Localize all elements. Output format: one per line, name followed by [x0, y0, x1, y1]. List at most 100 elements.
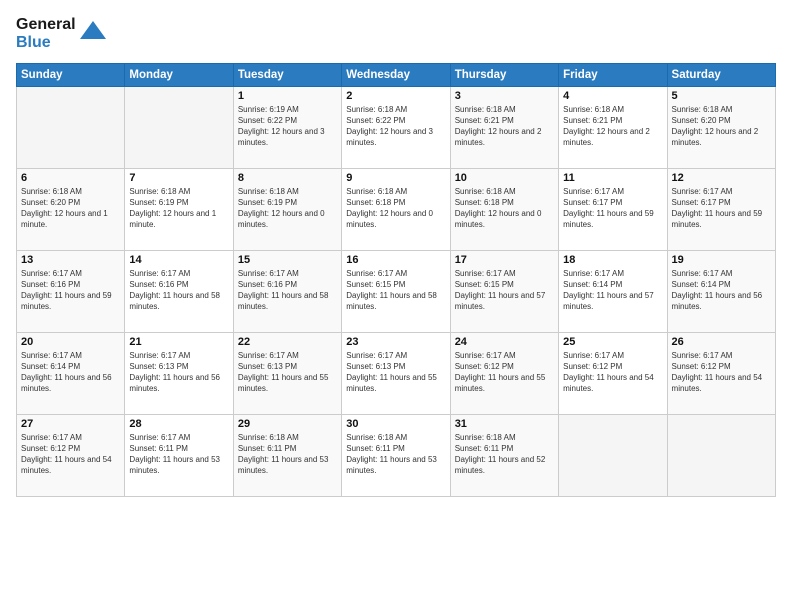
day-number: 14 — [129, 254, 228, 266]
cell-info: Sunrise: 6:17 AM Sunset: 6:15 PM Dayligh… — [455, 268, 554, 313]
calendar-cell — [17, 86, 125, 168]
calendar-week-5: 27 Sunrise: 6:17 AM Sunset: 6:12 PM Dayli… — [17, 414, 776, 496]
calendar-cell: 14 Sunrise: 6:17 AM Sunset: 6:16 PM Dayli… — [125, 250, 233, 332]
day-number: 11 — [563, 172, 662, 184]
calendar-week-3: 13 Sunrise: 6:17 AM Sunset: 6:16 PM Dayli… — [17, 250, 776, 332]
day-number: 26 — [672, 336, 771, 348]
calendar-cell: 5Sunrise: 6:18 AM Sunset: 6:20 PM Daylig… — [667, 86, 775, 168]
calendar-cell — [559, 414, 667, 496]
cell-info: Sunrise: 6:19 AM Sunset: 6:22 PM Dayligh… — [238, 104, 337, 149]
cell-info: Sunrise: 6:17 AM Sunset: 6:15 PM Dayligh… — [346, 268, 445, 313]
header-thursday: Thursday — [450, 63, 558, 86]
cell-info: Sunrise: 6:17 AM Sunset: 6:13 PM Dayligh… — [129, 350, 228, 395]
calendar-cell: 4 Sunrise: 6:18 AM Sunset: 6:21 PM Daylig… — [559, 86, 667, 168]
day-number: 12 — [672, 172, 771, 184]
cell-info: Sunrise: 6:17 AM Sunset: 6:17 PM Dayligh… — [563, 186, 662, 231]
calendar-cell — [125, 86, 233, 168]
day-number: 19 — [672, 254, 771, 266]
day-number: 1 — [238, 90, 337, 102]
header-sunday: Sunday — [17, 63, 125, 86]
day-number: 17 — [455, 254, 554, 266]
day-number: 8 — [238, 172, 337, 184]
calendar-week-4: 20 Sunrise: 6:17 AM Sunset: 6:14 PM Dayli… — [17, 332, 776, 414]
cell-info: Sunrise: 6:18 AM Sunset: 6:21 PM Dayligh… — [563, 104, 662, 149]
cell-info: Sunrise: 6:18 AM Sunset: 6:20 PM Dayligh… — [672, 104, 771, 149]
calendar-cell: 24 Sunrise: 6:17 AM Sunset: 6:12 PM Dayli… — [450, 332, 558, 414]
cell-info: Sunrise: 6:17 AM Sunset: 6:13 PM Dayligh… — [346, 350, 445, 395]
calendar-cell: 25 Sunrise: 6:17 AM Sunset: 6:12 PM Dayli… — [559, 332, 667, 414]
day-number: 3 — [455, 90, 554, 102]
calendar-cell: 21 Sunrise: 6:17 AM Sunset: 6:13 PM Dayli… — [125, 332, 233, 414]
calendar-cell: 29 Sunrise: 6:18 AM Sunset: 6:11 PM Dayli… — [233, 414, 341, 496]
calendar-cell: 7 Sunrise: 6:18 AM Sunset: 6:19 PM Daylig… — [125, 168, 233, 250]
calendar-cell: 30Sunrise: 6:18 AM Sunset: 6:11 PM Dayli… — [342, 414, 450, 496]
calendar-cell: 26Sunrise: 6:17 AM Sunset: 6:12 PM Dayli… — [667, 332, 775, 414]
calendar-cell: 8 Sunrise: 6:18 AM Sunset: 6:19 PM Daylig… — [233, 168, 341, 250]
day-number: 21 — [129, 336, 228, 348]
cell-info: Sunrise: 6:18 AM Sunset: 6:19 PM Dayligh… — [238, 186, 337, 231]
day-number: 10 — [455, 172, 554, 184]
day-number: 18 — [563, 254, 662, 266]
logo-icon — [78, 19, 108, 49]
cell-info: Sunrise: 6:17 AM Sunset: 6:12 PM Dayligh… — [563, 350, 662, 395]
day-number: 9 — [346, 172, 445, 184]
header-saturday: Saturday — [667, 63, 775, 86]
calendar-cell: 3 Sunrise: 6:18 AM Sunset: 6:21 PM Daylig… — [450, 86, 558, 168]
cell-info: Sunrise: 6:17 AM Sunset: 6:14 PM Dayligh… — [563, 268, 662, 313]
header-tuesday: Tuesday — [233, 63, 341, 86]
header-monday: Monday — [125, 63, 233, 86]
calendar-cell: 10 Sunrise: 6:18 AM Sunset: 6:18 PM Dayli… — [450, 168, 558, 250]
day-number: 29 — [238, 418, 337, 430]
day-number: 24 — [455, 336, 554, 348]
day-number: 6 — [21, 172, 120, 184]
day-number: 15 — [238, 254, 337, 266]
cell-info: Sunrise: 6:18 AM Sunset: 6:22 PM Dayligh… — [346, 104, 445, 149]
cell-info: Sunrise: 6:17 AM Sunset: 6:12 PM Dayligh… — [21, 432, 120, 477]
calendar-cell: 15 Sunrise: 6:17 AM Sunset: 6:16 PM Dayli… — [233, 250, 341, 332]
header-friday: Friday — [559, 63, 667, 86]
cell-info: Sunrise: 6:18 AM Sunset: 6:19 PM Dayligh… — [129, 186, 228, 231]
calendar-cell — [667, 414, 775, 496]
cell-info: Sunrise: 6:17 AM Sunset: 6:16 PM Dayligh… — [238, 268, 337, 313]
calendar-cell: 27 Sunrise: 6:17 AM Sunset: 6:12 PM Dayli… — [17, 414, 125, 496]
day-number: 22 — [238, 336, 337, 348]
cell-info: Sunrise: 6:17 AM Sunset: 6:11 PM Dayligh… — [129, 432, 228, 477]
day-number: 2 — [346, 90, 445, 102]
logo-line1: General — [16, 16, 76, 34]
cell-info: Sunrise: 6:18 AM Sunset: 6:18 PM Dayligh… — [455, 186, 554, 231]
cell-info: Sunrise: 6:18 AM Sunset: 6:18 PM Dayligh… — [346, 186, 445, 231]
cell-info: Sunrise: 6:18 AM Sunset: 6:11 PM Dayligh… — [455, 432, 554, 477]
calendar-week-2: 6Sunrise: 6:18 AM Sunset: 6:20 PM Daylig… — [17, 168, 776, 250]
cell-info: Sunrise: 6:17 AM Sunset: 6:13 PM Dayligh… — [238, 350, 337, 395]
cell-info: Sunrise: 6:17 AM Sunset: 6:17 PM Dayligh… — [672, 186, 771, 231]
day-number: 13 — [21, 254, 120, 266]
calendar-cell: 28Sunrise: 6:17 AM Sunset: 6:11 PM Dayli… — [125, 414, 233, 496]
calendar-cell: 1 Sunrise: 6:19 AM Sunset: 6:22 PM Daylig… — [233, 86, 341, 168]
logo: General Blue — [16, 16, 108, 53]
cell-info: Sunrise: 6:17 AM Sunset: 6:16 PM Dayligh… — [129, 268, 228, 313]
calendar-cell: 23 Sunrise: 6:17 AM Sunset: 6:13 PM Dayli… — [342, 332, 450, 414]
cell-info: Sunrise: 6:18 AM Sunset: 6:11 PM Dayligh… — [238, 432, 337, 477]
cell-info: Sunrise: 6:17 AM Sunset: 6:12 PM Dayligh… — [455, 350, 554, 395]
header-wednesday: Wednesday — [342, 63, 450, 86]
calendar-cell: 17 Sunrise: 6:17 AM Sunset: 6:15 PM Dayli… — [450, 250, 558, 332]
cell-info: Sunrise: 6:18 AM Sunset: 6:21 PM Dayligh… — [455, 104, 554, 149]
calendar-cell: 2 Sunrise: 6:18 AM Sunset: 6:22 PM Daylig… — [342, 86, 450, 168]
day-number: 27 — [21, 418, 120, 430]
day-number: 31 — [455, 418, 554, 430]
day-number: 4 — [563, 90, 662, 102]
calendar-cell: 11 Sunrise: 6:17 AM Sunset: 6:17 PM Dayli… — [559, 168, 667, 250]
day-number: 25 — [563, 336, 662, 348]
cell-info: Sunrise: 6:17 AM Sunset: 6:14 PM Dayligh… — [672, 268, 771, 313]
calendar-body: 1 Sunrise: 6:19 AM Sunset: 6:22 PM Daylig… — [17, 86, 776, 496]
page-header: General Blue — [16, 16, 776, 53]
calendar-cell: 31 Sunrise: 6:18 AM Sunset: 6:11 PM Dayli… — [450, 414, 558, 496]
calendar-cell: 20 Sunrise: 6:17 AM Sunset: 6:14 PM Dayli… — [17, 332, 125, 414]
cell-info: Sunrise: 6:17 AM Sunset: 6:14 PM Dayligh… — [21, 350, 120, 395]
calendar-cell: 13 Sunrise: 6:17 AM Sunset: 6:16 PM Dayli… — [17, 250, 125, 332]
day-number: 20 — [21, 336, 120, 348]
calendar-header: SundayMondayTuesdayWednesdayThursdayFrid… — [17, 63, 776, 86]
cell-info: Sunrise: 6:17 AM Sunset: 6:16 PM Dayligh… — [21, 268, 120, 313]
day-number: 23 — [346, 336, 445, 348]
day-number: 7 — [129, 172, 228, 184]
